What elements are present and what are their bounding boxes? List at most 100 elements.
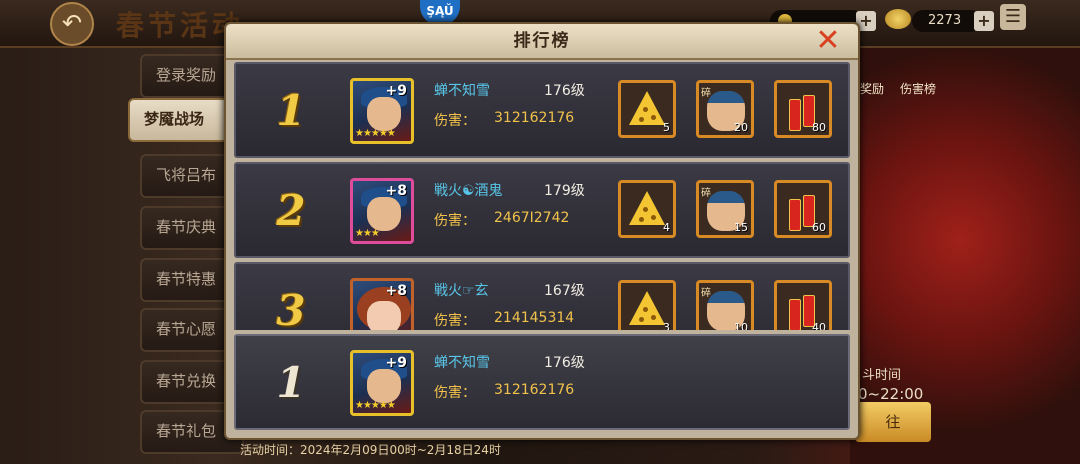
tab-label: 登录奖励 [156, 66, 217, 84]
player-avatar[interactable]: +8 ★★★ [350, 178, 414, 244]
gold-ingot-icon [885, 9, 911, 29]
rank-number: 2 [276, 186, 306, 235]
player-level: 176级 [544, 83, 585, 99]
cheese-hole [651, 315, 656, 320]
reward-general-fragment[interactable]: 碎 15 [696, 180, 754, 238]
damage-label: 伤害： [434, 385, 476, 401]
player-avatar[interactable]: +9 ★★★★★ [350, 350, 414, 416]
player-level: 167级 [544, 283, 585, 299]
reward-quantity: 10 [734, 321, 748, 330]
cheese-hole [639, 317, 644, 322]
damage-value: 312162176 [494, 110, 575, 126]
rank-number: 3 [276, 286, 306, 330]
reward-quantity: 3 [663, 321, 670, 330]
leaderboard-row: 3 +8 戦火☞玄 167级 伤害： 214145314 3 碎 10 40 [234, 262, 850, 330]
gold-value: 2273 [928, 13, 962, 28]
dialog-title: 排行榜 [513, 31, 571, 51]
cheese-hole [643, 107, 648, 112]
avatar-plus-level: +8 [385, 283, 407, 299]
reward-general-fragment[interactable]: 碎 10 [696, 280, 754, 330]
avatar-face [367, 369, 401, 403]
tab-label: 春节庆典 [156, 218, 217, 236]
leaderboard-list[interactable]: 1 +9 ★★★★★ 蝉不知雪 176级 伤害： 312162176 5 碎 2… [234, 62, 850, 330]
reward-quantity: 15 [734, 221, 748, 234]
reward-quantity: 80 [812, 121, 826, 134]
leaderboard-row: 2 +8 ★★★ 戦火☯酒鬼 179级 伤害： 2467I2742 4 碎 15 [234, 162, 850, 258]
tab-label: 春节特惠 [156, 270, 217, 288]
firecracker-icon [789, 99, 801, 131]
avatar-plus-level: +9 [385, 355, 407, 371]
reward-cheese-token[interactable]: 3 [618, 280, 676, 330]
damage-label: 伤害： [434, 113, 476, 129]
avatar-face [367, 301, 401, 330]
cheese-hole [643, 207, 648, 212]
player-avatar[interactable]: +9 ★★★★★ [350, 78, 414, 144]
activity-time: 活动时间：2024年2月09日00时~2月18日24时 [240, 443, 501, 457]
cheese-hole [639, 217, 644, 222]
close-button[interactable]: ✕ [814, 26, 842, 56]
damage-rank-shortcut[interactable]: 伤害榜 [900, 80, 936, 97]
player-name: 戦火☯酒鬼 [434, 183, 503, 199]
menu-icon: ☰ [1004, 6, 1022, 27]
reward-firecracker[interactable]: 80 [774, 80, 832, 138]
tab-label: 飞将吕布 [156, 166, 217, 184]
star-rating-icon: ★★★★★ [355, 128, 396, 139]
avatar-plus-level: +9 [385, 83, 407, 99]
back-button[interactable]: ↶ [50, 2, 94, 46]
tab-label: 春节兑换 [156, 372, 217, 390]
tab-label: 梦魇战场 [144, 110, 205, 128]
menu-button[interactable]: ☰ [1000, 4, 1026, 30]
cheese-hole [643, 307, 648, 312]
cheese-hole [639, 117, 644, 122]
player-level: 176级 [544, 355, 585, 371]
leaderboard-row: 1 +9 ★★★★★ 蝉不知雪 176级 伤害： 312162176 5 碎 2… [234, 62, 850, 158]
dialog-title-bar: 排行榜 ✕ [226, 24, 858, 60]
star-rating-icon: ★★★ [355, 228, 380, 239]
star-rating-icon: ★★★★★ [355, 400, 396, 411]
damage-label: 伤害： [434, 213, 476, 229]
avatar-plus-level: +8 [385, 183, 407, 199]
damage-value: 312162176 [494, 382, 575, 398]
firecracker-icon [789, 299, 801, 330]
rank-number: 1 [276, 86, 306, 135]
damage-value: 2467I2742 [494, 210, 570, 226]
close-icon: ✕ [815, 23, 841, 58]
fragment-tag: 碎 [701, 88, 711, 99]
gold-counter: 2273 [912, 10, 982, 32]
reward-firecracker[interactable]: 60 [774, 180, 832, 238]
avatar-face [367, 97, 401, 131]
add-gold-button[interactable]: + [974, 11, 994, 31]
player-name: 蝉不知雪 [434, 355, 490, 371]
reward-quantity: 60 [812, 221, 826, 234]
reward-firecracker[interactable]: 40 [774, 280, 832, 330]
cheese-hole [651, 115, 656, 120]
reward-cheese-token[interactable]: 4 [618, 180, 676, 238]
player-name: 蝉不知雪 [434, 83, 490, 99]
reward-quantity: 20 [734, 121, 748, 134]
damage-value: 214145314 [494, 310, 575, 326]
reward-quantity: 40 [812, 321, 826, 330]
damage-label: 伤害： [434, 313, 476, 329]
firecracker-icon [789, 199, 801, 231]
avatar-face [367, 197, 401, 231]
player-name: 戦火☞玄 [434, 283, 489, 299]
fragment-tag: 碎 [701, 188, 711, 199]
leaderboard-dialog: 排行榜 ✕ 1 +9 ★★★★★ 蝉不知雪 176级 伤害： 312162176… [224, 22, 860, 440]
go-button[interactable]: 往 [855, 402, 931, 442]
battle-time-value: 0~22:00 [858, 385, 924, 403]
cheese-hole [651, 215, 656, 220]
back-arrow-icon: ↶ [61, 9, 83, 37]
rank-number: 1 [276, 358, 306, 407]
battle-time-label: 斗时间 [862, 368, 902, 383]
player-avatar[interactable]: +8 [350, 278, 414, 330]
my-rank-row: 1 +9 ★★★★★ 蝉不知雪 176级 伤害： 312162176 [234, 334, 850, 430]
fragment-tag: 碎 [701, 288, 711, 299]
tab-label: 春节礼包 [156, 422, 217, 440]
reward-shortcut[interactable]: 奖励 [860, 80, 884, 97]
reward-cheese-token[interactable]: 5 [618, 80, 676, 138]
player-level: 179级 [544, 183, 585, 199]
reward-general-fragment[interactable]: 碎 20 [696, 80, 754, 138]
go-button-label: 往 [885, 413, 901, 431]
reward-quantity: 4 [663, 221, 670, 234]
reward-quantity: 5 [663, 121, 670, 134]
